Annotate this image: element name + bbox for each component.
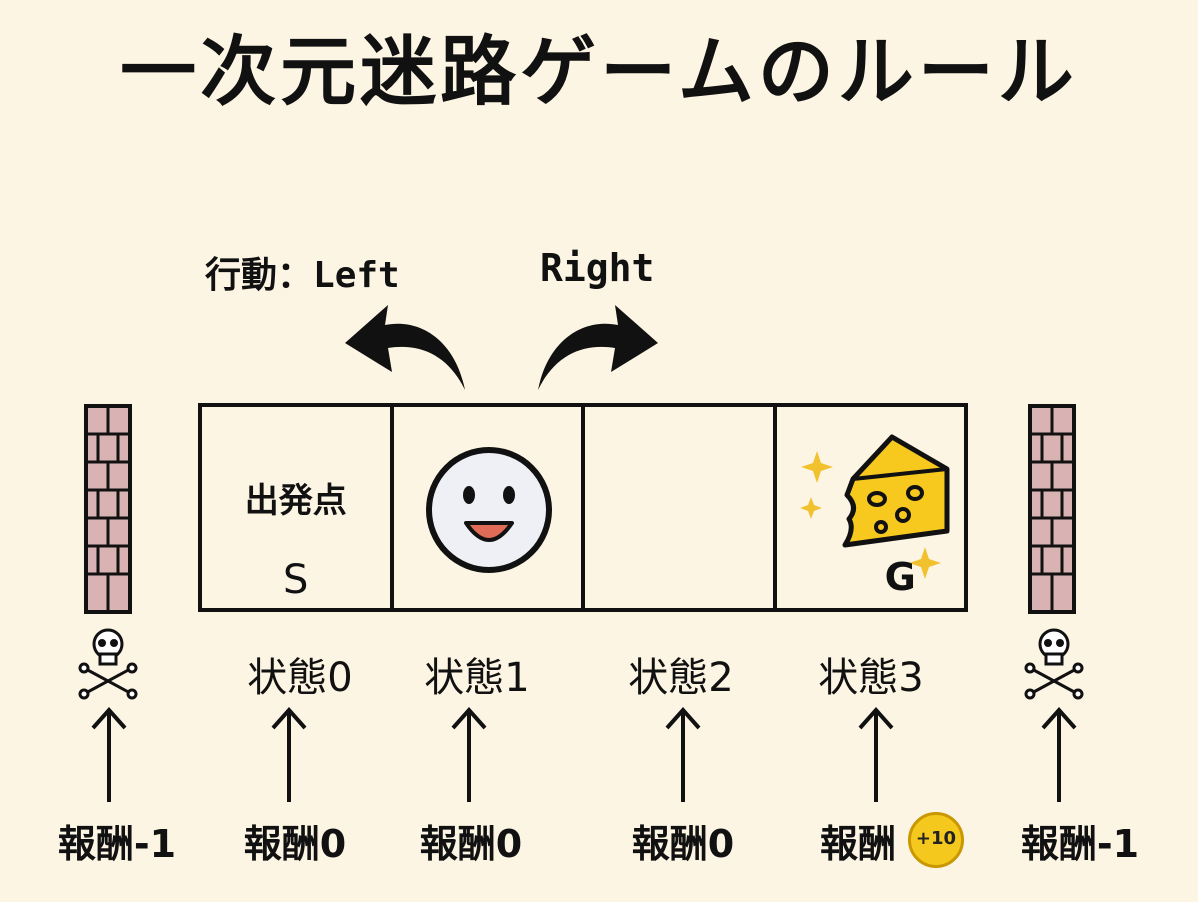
state-label-2: 状態2	[628, 655, 734, 701]
goal-letter: G	[884, 555, 916, 599]
up-arrow-icon	[1041, 706, 1077, 802]
left-curved-arrow-icon	[345, 305, 465, 390]
maze-grid: 出発点 S G	[198, 403, 968, 612]
reward-left-wall: 報酬-1	[57, 822, 177, 866]
cell-state-3: G	[777, 407, 965, 608]
up-arrow-icon	[91, 706, 127, 802]
up-arrow-icon	[271, 706, 307, 802]
state-label-3: 状態3	[818, 655, 924, 701]
up-arrow-icon	[665, 706, 701, 802]
up-arrow-icon	[858, 706, 894, 802]
left-skull-icon	[78, 628, 138, 700]
left-wall-icon	[84, 404, 132, 614]
smiley-face-icon	[425, 447, 552, 573]
right-wall-icon	[1028, 404, 1076, 614]
cell-state-2	[585, 407, 777, 608]
reward-state-2: 報酬0	[631, 822, 735, 866]
right-skull-icon	[1024, 628, 1084, 700]
cell-state-1	[394, 407, 585, 608]
start-letter: S	[283, 557, 309, 603]
reward-state-3: 報酬	[819, 822, 896, 866]
cell-state-0: 出発点 S	[202, 407, 394, 608]
reward-right-wall: 報酬-1	[1020, 822, 1140, 866]
reward-state-0: 報酬0	[243, 822, 347, 866]
start-label: 出発点	[244, 481, 347, 521]
reward-state-1: 報酬0	[419, 822, 523, 866]
state-label-1: 状態1	[424, 655, 530, 701]
state-label-0: 状態0	[247, 655, 353, 701]
up-arrow-icon	[451, 706, 487, 802]
coin-icon: +10	[908, 812, 964, 868]
right-curved-arrow-icon	[538, 305, 658, 390]
